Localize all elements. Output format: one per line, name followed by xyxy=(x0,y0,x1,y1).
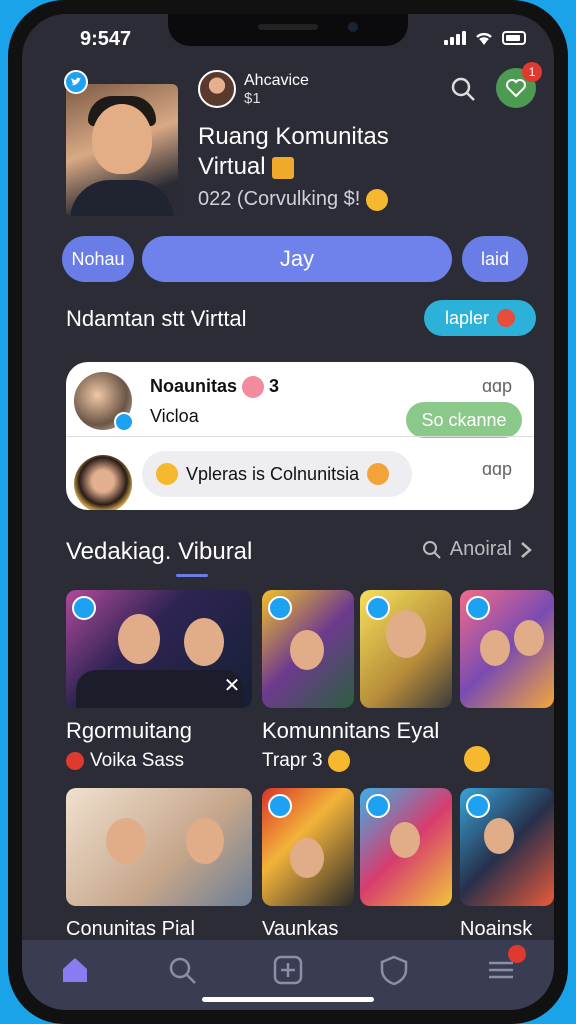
tab-jay[interactable]: Jay xyxy=(142,236,452,282)
emoji-icon xyxy=(367,463,390,485)
wifi-icon xyxy=(476,32,492,45)
search-icon xyxy=(422,540,441,559)
list-item[interactable]: Noaunitas 3 Vicloa ɑɑp So ckanne xyxy=(66,362,534,438)
owner-sub: $1 xyxy=(244,89,261,107)
video-tile[interactable] xyxy=(360,590,452,708)
favorites-button[interactable]: 1 xyxy=(496,62,542,108)
message-meta: ɑɑp xyxy=(481,459,512,479)
video-tile[interactable] xyxy=(360,788,452,906)
shield-icon[interactable] xyxy=(377,953,411,987)
emoji-icon xyxy=(464,746,490,772)
video-tile[interactable] xyxy=(262,788,354,906)
twitter-bird-icon xyxy=(268,794,292,818)
phone-frame: 9:547 Ahcavice $1 1 Ruang Komunitas Virt… xyxy=(8,0,568,1024)
join-button[interactable]: So ckanne xyxy=(406,402,522,438)
chat-card: Noaunitas 3 Vicloa ɑɑp So ckanne Vpleras… xyxy=(66,362,534,510)
tile-sub: Voika Sass xyxy=(66,750,184,772)
see-all-link[interactable]: Anoiral xyxy=(422,538,532,561)
battery-icon xyxy=(502,31,526,45)
video-tile[interactable]: ✕ xyxy=(66,590,252,708)
home-icon[interactable] xyxy=(58,953,92,987)
twitter-bird-icon xyxy=(268,596,292,620)
smile-icon xyxy=(365,188,388,211)
tile-title: Rgormuitang xyxy=(66,718,192,743)
emoji-icon xyxy=(156,463,178,485)
twitter-bird-icon xyxy=(72,596,96,620)
community-meta: 022 (Corvulking $! xyxy=(198,188,388,211)
close-icon[interactable]: ✕ xyxy=(220,674,244,698)
avatar[interactable] xyxy=(198,70,236,108)
section-title: Vedakiag. Vibural xyxy=(66,538,253,565)
tab-laid[interactable]: laid xyxy=(462,236,528,282)
plus-icon[interactable] xyxy=(271,953,305,987)
search-icon[interactable] xyxy=(165,953,199,987)
video-tile[interactable] xyxy=(262,590,354,708)
owner-name: Ahcavice xyxy=(244,71,309,89)
menu-button[interactable] xyxy=(484,945,526,987)
status-time: 9:547 xyxy=(80,28,132,50)
twitter-bird-icon xyxy=(466,794,490,818)
tab-bar: Nohau Jay laid xyxy=(62,236,532,282)
tile-title: Vaunkas xyxy=(262,918,339,940)
owner-info[interactable]: Ahcavice $1 xyxy=(198,70,309,108)
shield-icon xyxy=(497,309,516,327)
tile-title: Noainsk xyxy=(460,918,533,940)
signal-icon xyxy=(444,31,466,45)
member-avatar xyxy=(74,455,132,510)
twitter-bird-icon xyxy=(114,412,134,432)
community-cover-photo[interactable] xyxy=(66,84,178,216)
group-meta: ɑɑp xyxy=(481,376,512,396)
status-bar: 9:547 xyxy=(22,26,554,50)
chevron-right-icon xyxy=(521,541,532,558)
heart-icon xyxy=(66,752,84,770)
twitter-bird-icon xyxy=(466,596,490,620)
home-indicator xyxy=(202,997,374,1002)
page-title: Ruang Komunitas Virtual xyxy=(198,123,389,180)
crown-icon xyxy=(272,156,295,179)
video-tile[interactable] xyxy=(460,788,554,906)
app-screen: 9:547 Ahcavice $1 1 Ruang Komunitas Virt… xyxy=(22,14,554,1010)
menu-badge-icon xyxy=(507,945,526,963)
twitter-bird-icon xyxy=(366,794,390,818)
section-title: Ndamtan stt Virttal xyxy=(66,306,247,331)
tab-nohau[interactable]: Nohau xyxy=(62,236,134,282)
tile-title: Conunitas Pial xyxy=(66,918,195,940)
system-icons xyxy=(444,30,526,46)
face-icon xyxy=(242,376,265,399)
emoji-icon xyxy=(327,750,350,772)
notification-badge: 1 xyxy=(522,62,542,82)
search-icon[interactable] xyxy=(448,74,478,104)
video-tile[interactable] xyxy=(460,590,554,708)
heart-icon xyxy=(506,79,526,98)
twitter-bird-icon xyxy=(64,70,88,94)
group-sub: Vicloa xyxy=(150,406,199,426)
message-bubble[interactable]: Vpleras is Colnunitsia xyxy=(142,451,412,497)
explore-button[interactable]: lapler xyxy=(424,300,536,336)
tab-underline xyxy=(176,574,208,577)
tile-title: Komunnitans Eyal xyxy=(262,718,440,743)
tile-sub: Trapr 3 xyxy=(262,750,350,772)
group-name: Noaunitas 3 xyxy=(150,376,279,399)
twitter-bird-icon xyxy=(366,596,390,620)
video-tile[interactable] xyxy=(66,788,252,906)
list-item[interactable]: Vpleras is Colnunitsia ɑɑp xyxy=(66,436,534,510)
